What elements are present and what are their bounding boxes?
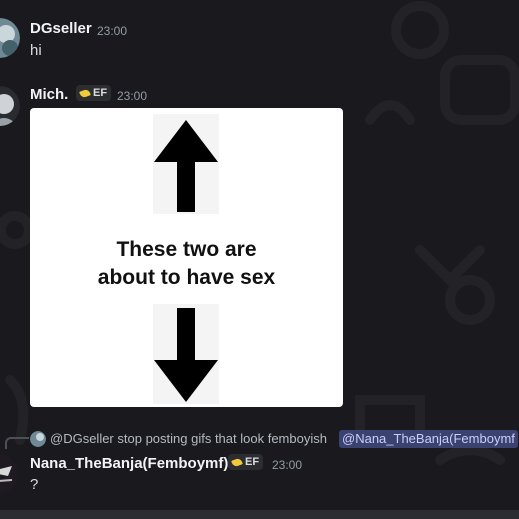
meme-image[interactable]: These two are about to have sex [30, 108, 343, 407]
timestamp: 23:00 [97, 24, 128, 38]
guild-tag[interactable]: EF [76, 85, 112, 101]
guild-tag-label: EF [245, 456, 260, 468]
avatar[interactable] [0, 18, 20, 58]
reply-connector [5, 437, 29, 449]
reply-avatar[interactable] [30, 431, 46, 447]
avatar[interactable] [0, 86, 20, 126]
guild-tag[interactable]: EF [228, 454, 264, 470]
message-text: hi [30, 42, 42, 59]
message-input-edge[interactable] [0, 510, 519, 519]
user-mention[interactable]: @Nana_TheBanja(Femboymf [339, 430, 518, 448]
avatar[interactable] [0, 454, 18, 494]
timestamp: 23:00 [117, 89, 148, 103]
username[interactable]: DGseller [30, 20, 92, 37]
guild-tag-label: EF [93, 87, 108, 99]
reply-preview[interactable]: @DGseller stop posting gifs that look fe… [50, 431, 327, 446]
leaf-icon [231, 457, 243, 467]
leaf-icon [79, 88, 91, 98]
reply-author[interactable]: @DGseller [50, 431, 114, 446]
username[interactable]: Mich. [30, 86, 68, 103]
timestamp: 23:00 [272, 458, 303, 472]
reply-text: stop posting gifs that look femboyish [117, 431, 327, 446]
meme-caption: These two are about to have sex [97, 238, 276, 289]
username[interactable]: Nana_TheBanja(Femboymf) [30, 455, 228, 472]
message-text: ? [30, 476, 39, 493]
